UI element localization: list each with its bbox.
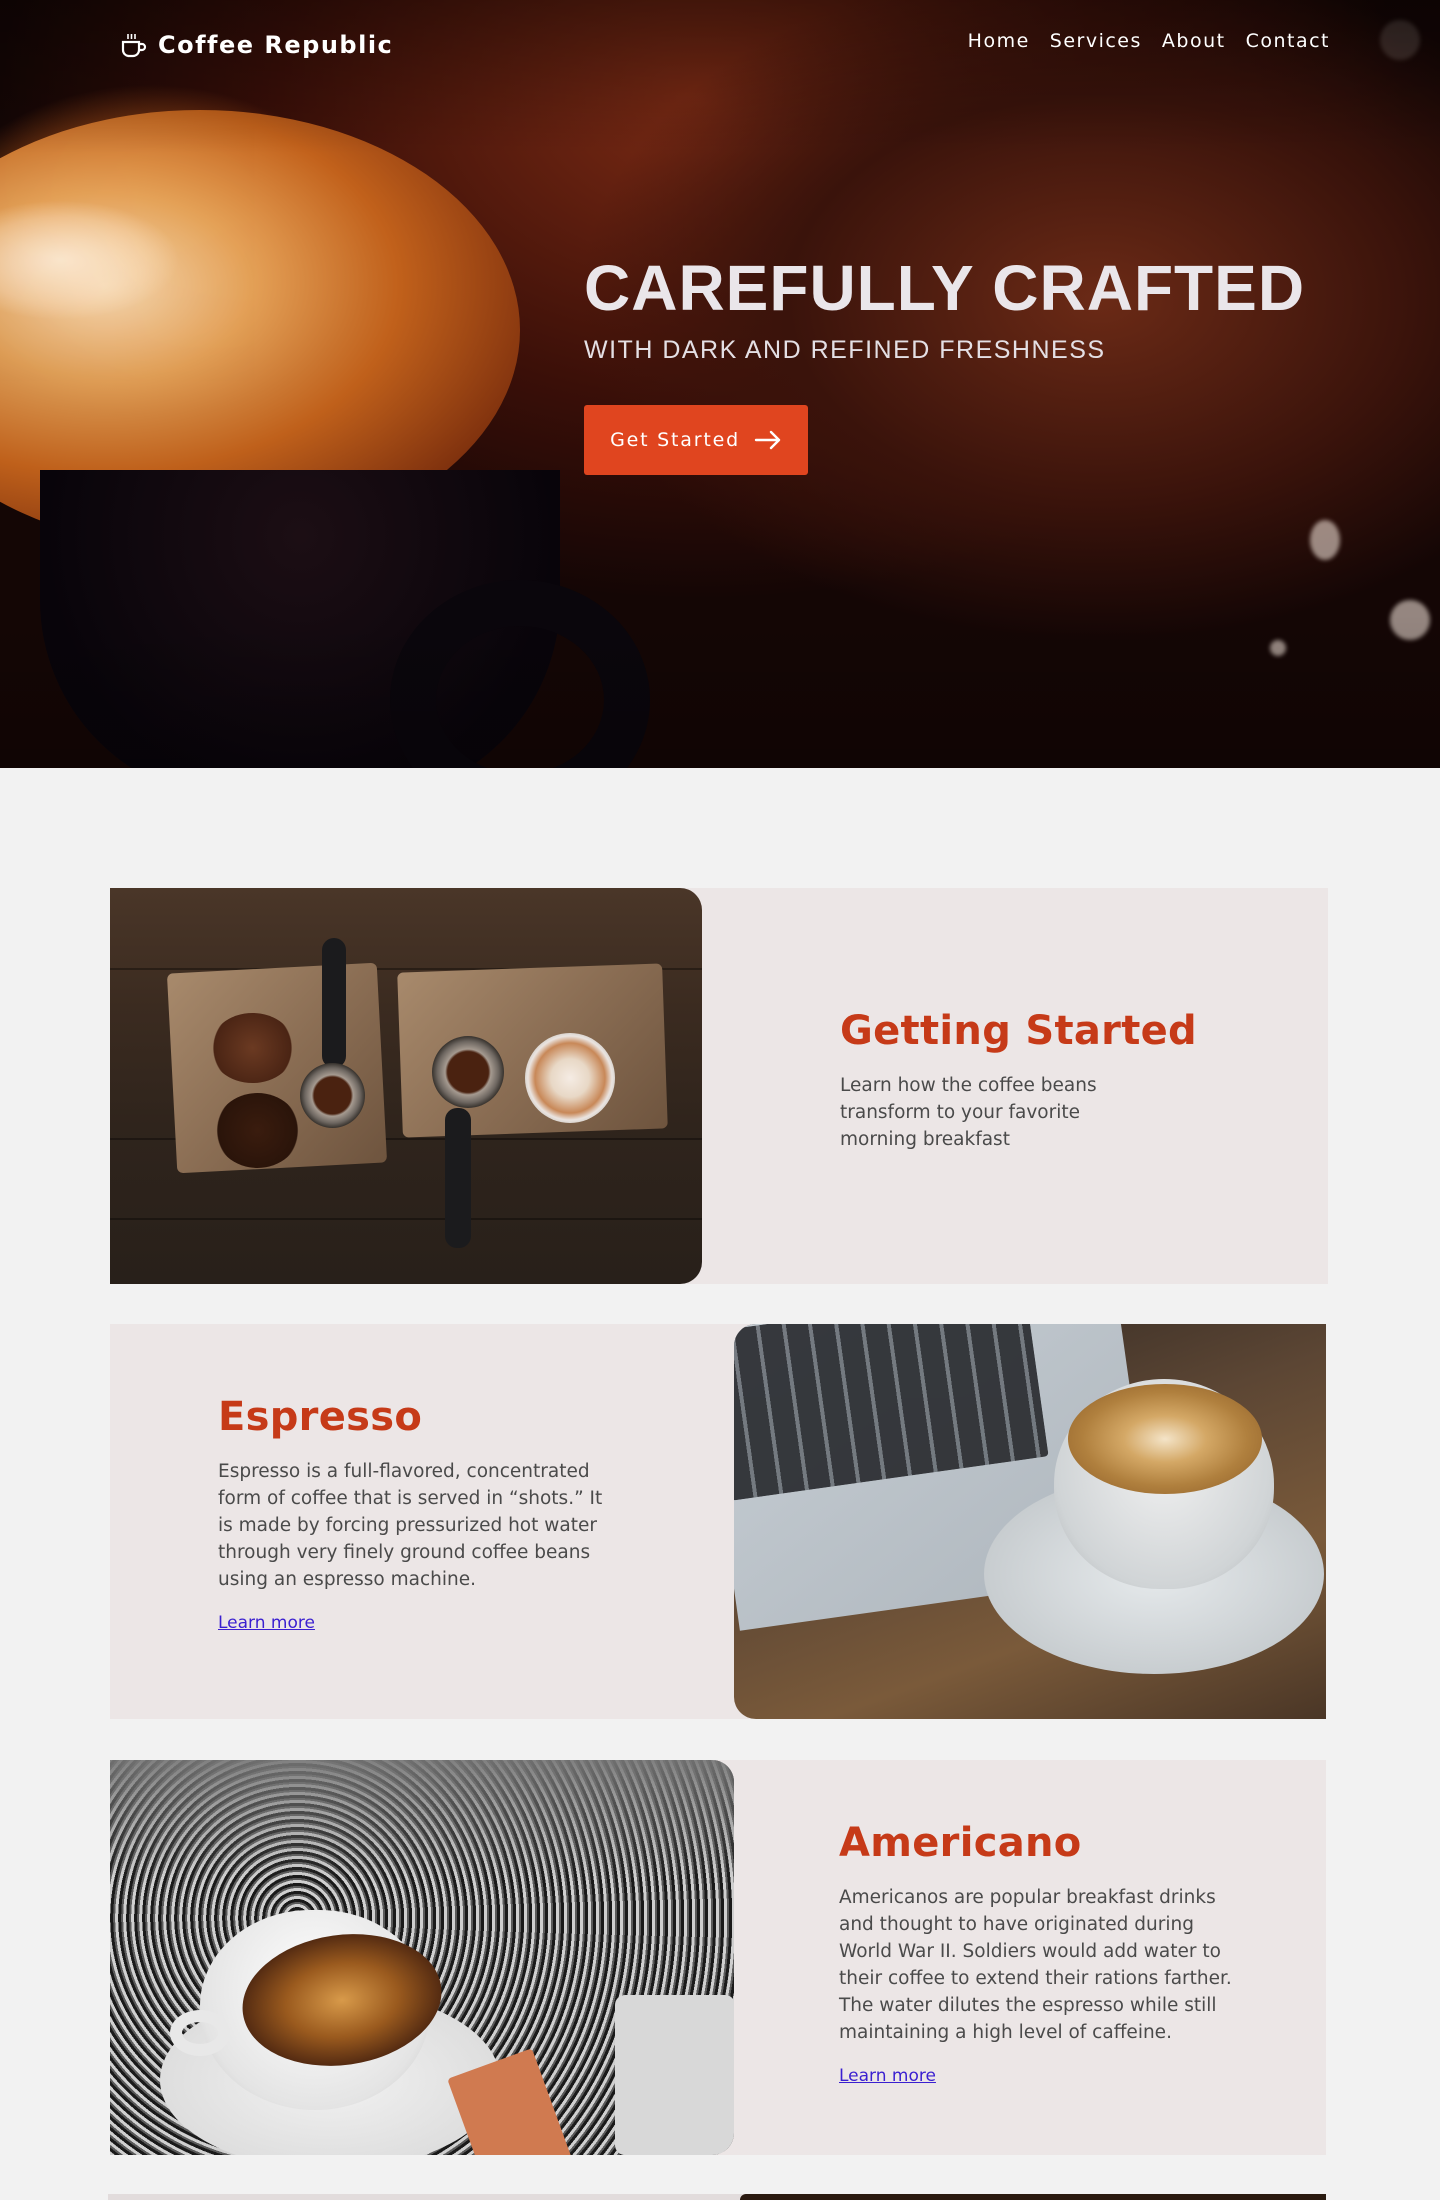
hero-text: CAREFULLY CRAFTED WITH DARK AND REFINED …	[584, 252, 1305, 365]
americano-image	[110, 1760, 734, 2155]
hero-section: Coffee Republic Home Services About Cont…	[0, 0, 1440, 768]
top-navigation: Coffee Republic Home Services About Cont…	[0, 0, 1440, 90]
espresso-title: Espresso	[218, 1394, 423, 1440]
americano-body: Americanos are popular breakfast drinks …	[839, 1887, 1232, 2043]
hero-overlay	[0, 0, 1440, 768]
getting-started-text: Getting Started Learn how the coffee bea…	[840, 1008, 1197, 1153]
nav-about-link[interactable]: About	[1162, 30, 1226, 52]
americano-learn-more-link[interactable]: Learn more	[839, 2066, 936, 2086]
arrow-right-icon	[754, 430, 781, 450]
brand-name: Coffee Republic	[158, 31, 394, 59]
getting-started-card: Getting Started Learn how the coffee bea…	[110, 888, 1328, 1284]
laptop-latte-image	[734, 1324, 1326, 1719]
espresso-text: Espresso Espresso is a full-flavored, co…	[218, 1394, 608, 1633]
americano-text: Americano Americanos are popular breakfa…	[839, 1820, 1239, 2086]
nav-services-link[interactable]: Services	[1050, 30, 1142, 52]
nav-home-link[interactable]: Home	[968, 30, 1030, 52]
hero-title: CAREFULLY CRAFTED	[584, 252, 1306, 324]
getting-started-title: Getting Started	[840, 1008, 1197, 1054]
coffee-tools-image	[110, 888, 702, 1284]
americano-title: Americano	[839, 1820, 1082, 1866]
espresso-body: Espresso is a full-flavored, concentrate…	[218, 1461, 603, 1590]
nav-contact-link[interactable]: Contact	[1246, 30, 1330, 52]
get-started-button[interactable]: Get Started	[584, 405, 808, 475]
next-card-image-peek	[740, 2194, 1326, 2200]
coffee-cup-icon	[121, 34, 147, 58]
brand[interactable]: Coffee Republic	[118, 30, 393, 60]
espresso-card: Espresso Espresso is a full-flavored, co…	[110, 1324, 1326, 1719]
hero-subtitle: WITH DARK AND REFINED FRESHNESS	[584, 336, 1106, 364]
americano-card: Americano Americanos are popular breakfa…	[110, 1760, 1326, 2155]
nav-links: Home Services About Contact	[968, 30, 1330, 52]
getting-started-body: Learn how the coffee beans transform to …	[840, 1075, 1097, 1150]
get-started-label: Get Started	[610, 429, 740, 451]
espresso-learn-more-link[interactable]: Learn more	[218, 1613, 315, 1633]
